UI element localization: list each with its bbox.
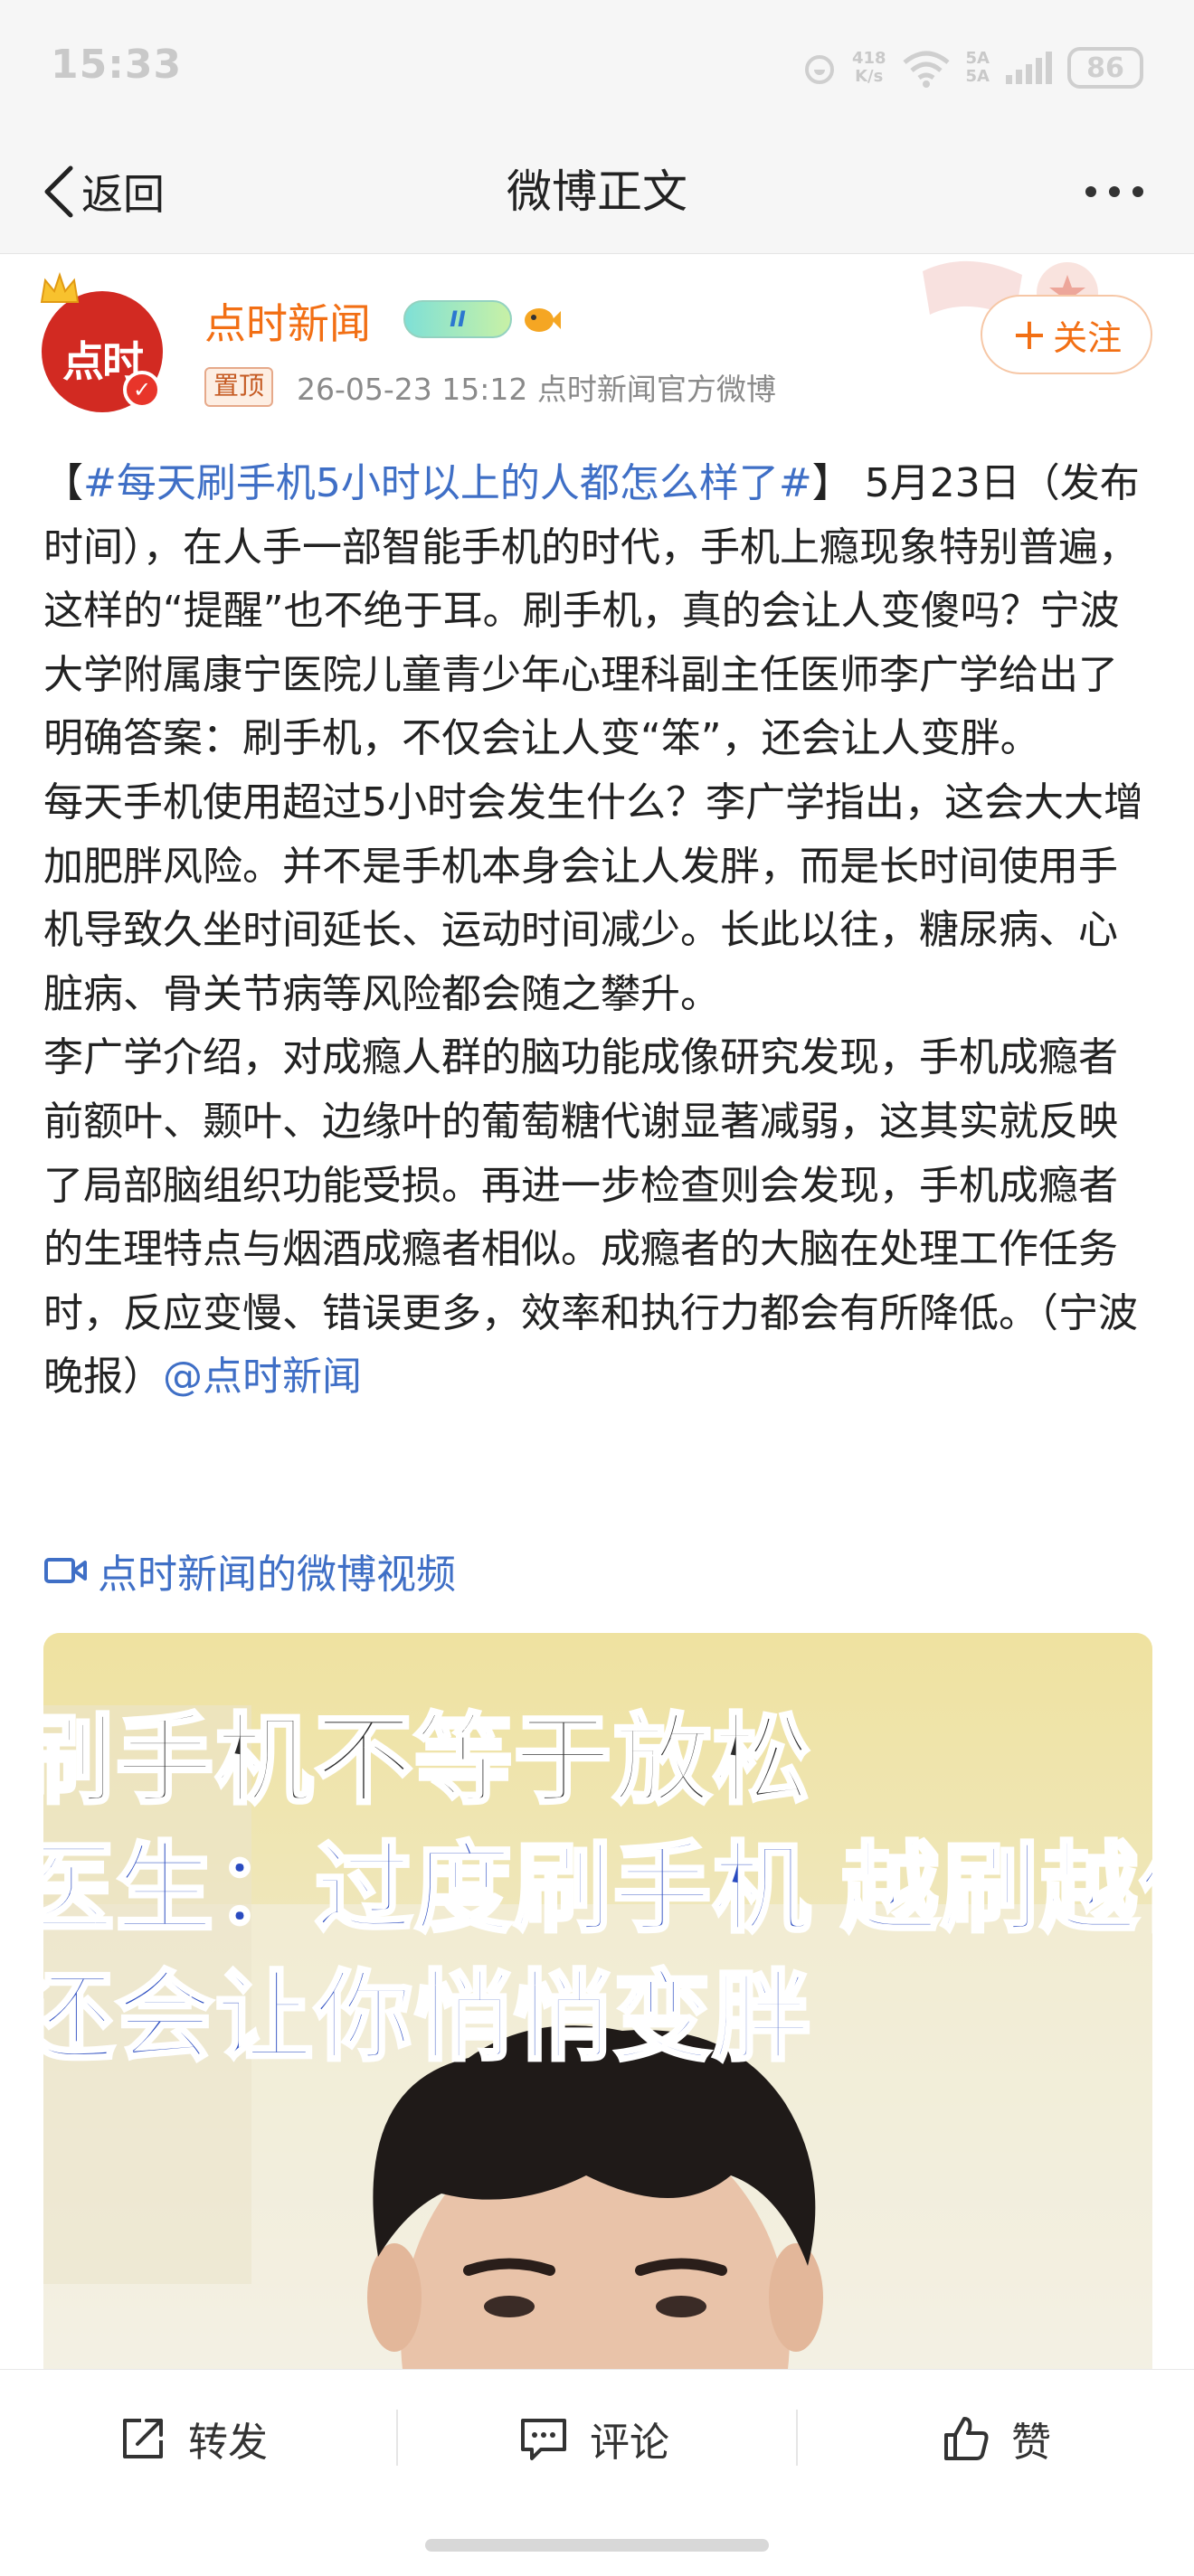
signal-labels: 5A 5A: [966, 50, 990, 86]
repost-button[interactable]: 转发: [118, 2402, 268, 2475]
follow-label: 关注: [1053, 317, 1123, 358]
net-speed-unit: K/s: [855, 67, 884, 86]
more-dot-icon: [1085, 186, 1096, 197]
paragraph-3-text: 李广学介绍，对成瘾人群的脑功能成像研究发现，手机成瘾者前额叶、颞叶、边缘叶的葡萄…: [43, 1034, 1138, 1401]
video-caption-line-3: 还会让你悄悄变胖: [43, 1960, 813, 2073]
more-dot-icon: [1132, 186, 1143, 197]
video-caption-line-1: 刷手机不等于放松: [43, 1703, 813, 1816]
video-link-label: 点时新闻的微博视频: [98, 1552, 456, 1598]
net-speed: 418 K/s: [852, 50, 886, 86]
post-meta: 26-05-23 15:12 点时新闻官方微博: [297, 372, 776, 407]
status-bar: 15:33 418 K/s 5A 5A 86: [0, 0, 1194, 136]
like-label: 赞: [1011, 2420, 1051, 2466]
nav-bar: 返回 微博正文: [0, 136, 1194, 254]
status-icons: 418 K/s 5A 5A 86: [801, 43, 1143, 92]
signal-icon: [1006, 52, 1052, 84]
action-divider: [396, 2410, 398, 2466]
status-time: 15:33: [51, 42, 183, 88]
signal-2-label: 5A: [965, 67, 990, 86]
comment-button[interactable]: 评论: [517, 2402, 669, 2475]
plus-icon: +: [1010, 309, 1048, 360]
thumbs-up-icon: [944, 2417, 989, 2460]
home-indicator[interactable]: [425, 2539, 769, 2552]
video-camera-icon: [44, 1558, 87, 1583]
alarm-icon: [804, 55, 834, 84]
bracket-open: 【: [43, 460, 83, 506]
comment-label: 评论: [590, 2420, 669, 2466]
post-paragraph-1: 【#每天刷手机5小时以上的人都怎么样了#】 5月23日（发布时间），在人手一部智…: [43, 452, 1151, 771]
follow-button[interactable]: + 关注: [981, 295, 1152, 374]
post-paragraph-2: 每天手机使用超过5小时会发生什么？李广学指出，这会大大增加肥胖风险。并不是手机本…: [43, 778, 1143, 1017]
video-link[interactable]: 点时新闻的微博视频: [43, 1539, 456, 1602]
battery-indicator: 86: [1067, 47, 1143, 89]
verified-badge-icon: ✓: [123, 371, 161, 409]
video-thumbnail[interactable]: 刷手机不等于放松 医生：过度刷手机 越刷越傻 还会让你悄悄变胖: [43, 1633, 1152, 2374]
share-icon: [123, 2419, 163, 2458]
more-dot-icon: [1109, 186, 1120, 197]
level-badge: II: [403, 300, 512, 338]
comment-icon: [521, 2419, 566, 2460]
fish-badge-icon: [525, 308, 561, 332]
crown-icon: [40, 271, 80, 303]
mention-link[interactable]: @点时新闻: [163, 1354, 362, 1400]
hashtag-link[interactable]: #每天刷手机5小时以上的人都怎么样了#: [83, 460, 812, 506]
signal-1-label: 5A: [965, 49, 990, 68]
repost-label: 转发: [188, 2420, 268, 2466]
wifi-icon: [902, 51, 950, 88]
more-options-button[interactable]: [1085, 172, 1143, 212]
pinned-badge: 置顶: [204, 367, 274, 407]
post-paragraph-3: 李广学介绍，对成瘾人群的脑功能成像研究发现，手机成瘾者前额叶、颞叶、边缘叶的葡萄…: [43, 1026, 1151, 1410]
action-divider: [796, 2410, 798, 2466]
author-name[interactable]: 点时新闻: [204, 291, 371, 351]
post-body: 【#每天刷手机5小时以上的人都怎么样了#】 5月23日（发布时间），在人手一部智…: [43, 452, 1151, 1410]
like-button[interactable]: 赞: [941, 2402, 1051, 2475]
page-title: 微博正文: [507, 165, 687, 218]
video-caption-line-2: 医生：过度刷手机 越刷越傻: [43, 1832, 1152, 1945]
net-speed-value: 418: [851, 49, 886, 68]
